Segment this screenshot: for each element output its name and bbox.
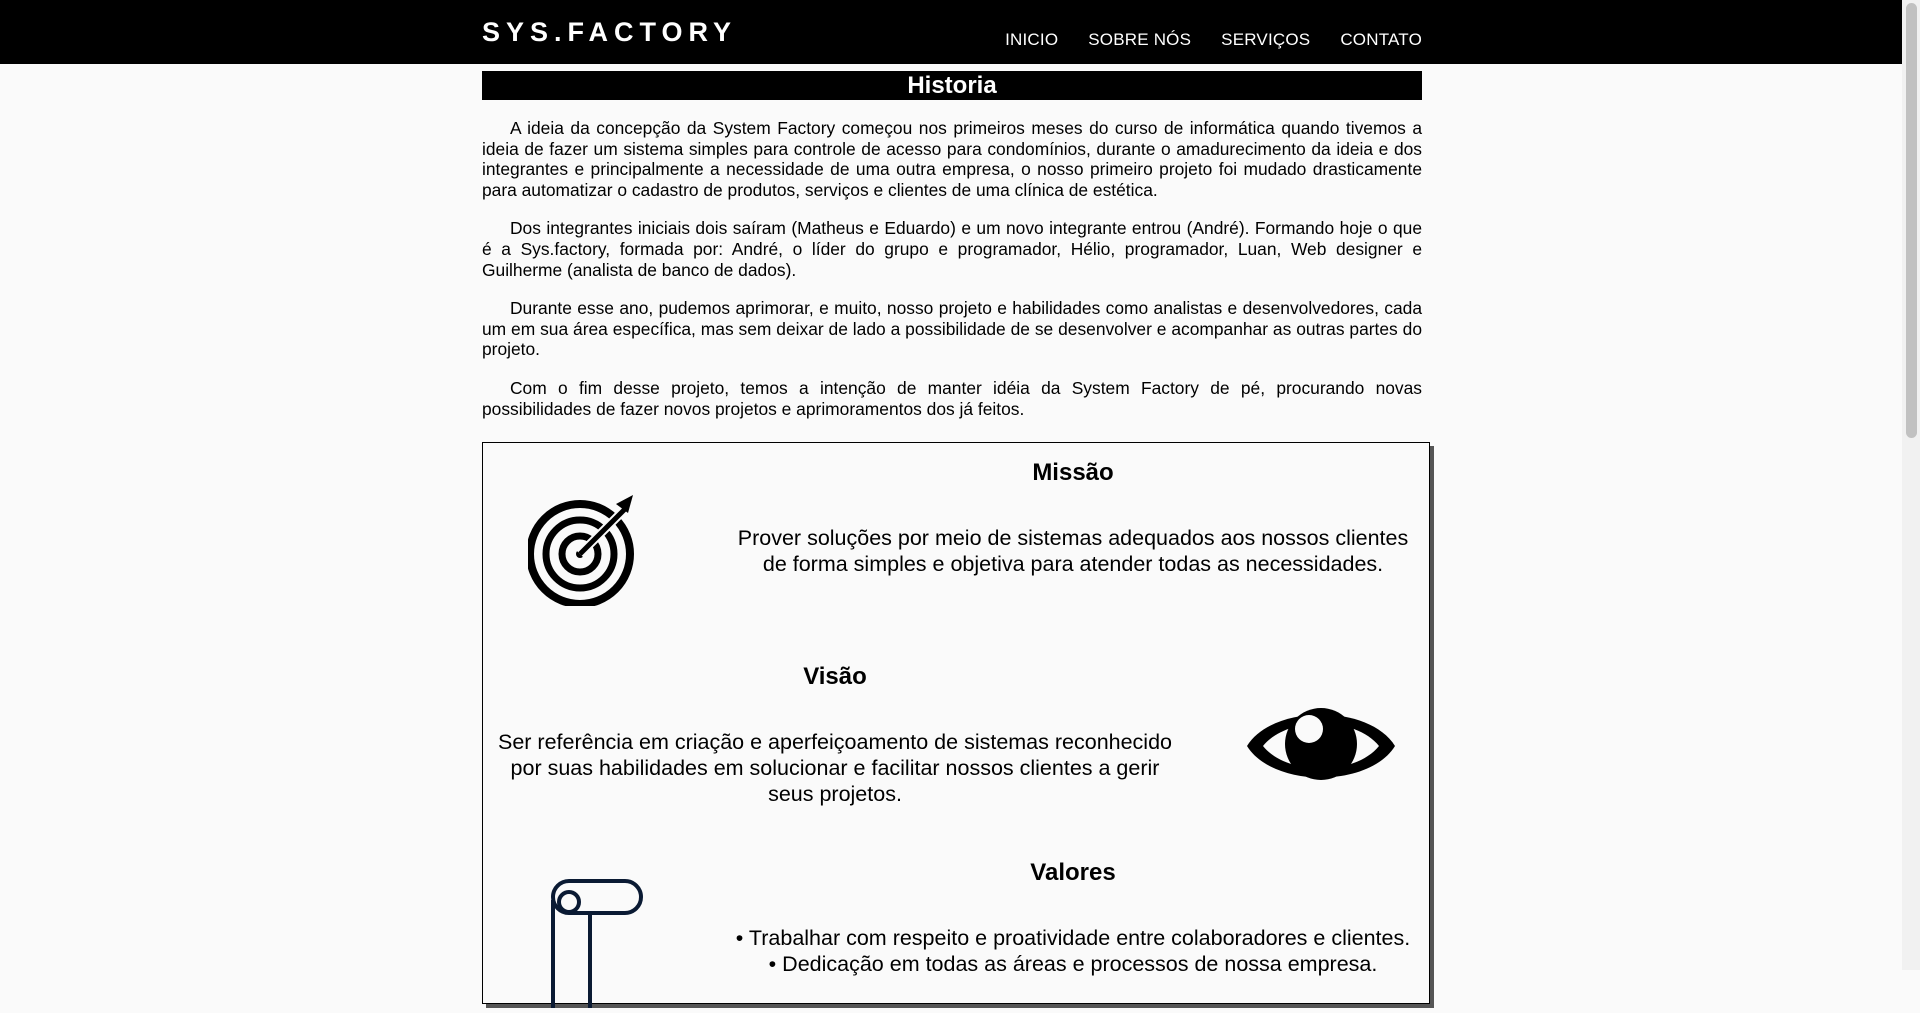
mission-title: Missão	[1032, 459, 1114, 486]
values-block: Valores • Trabalhar com respeito e proat…	[723, 859, 1423, 977]
main-nav: INICIO SOBRE NÓS SERVIÇOS CONTATO	[1005, 30, 1422, 50]
nav-link-servicos[interactable]: SERVIÇOS	[1221, 30, 1310, 50]
scrollbar-thumb[interactable]	[1906, 3, 1917, 438]
values-title: Valores	[1030, 859, 1116, 886]
main-content: Historia A ideia da concepção da System …	[482, 71, 1422, 419]
values-item: • Trabalhar com respeito e proatividade …	[735, 926, 1411, 950]
vision-text: Ser referência em criação e aperfeiçoame…	[497, 730, 1173, 806]
vertical-scrollbar[interactable]	[1902, 0, 1920, 970]
mission-block: Missão Prover soluções por meio de siste…	[723, 459, 1423, 577]
brand-logo[interactable]: SYS.FACTORY	[482, 17, 737, 48]
scroll-icon	[548, 878, 648, 1008]
header-bar: SYS.FACTORY INICIO SOBRE NÓS SERVIÇOS CO…	[0, 0, 1902, 64]
history-paragraph: Durante esse ano, pudemos aprimorar, e m…	[482, 298, 1422, 360]
values-item: • Dedicação em todas as áreas e processo…	[768, 952, 1378, 976]
mission-vision-values-box: Missão Prover soluções por meio de siste…	[482, 442, 1430, 1008]
history-title: Historia	[482, 71, 1422, 100]
history-paragraph: A ideia da concepção da System Factory c…	[482, 118, 1422, 200]
vision-title: Visão	[803, 663, 867, 690]
nav-link-inicio[interactable]: INICIO	[1005, 30, 1058, 50]
history-paragraph: Com o fim desse projeto, temos a intençã…	[482, 377, 1422, 419]
nav-link-contato[interactable]: CONTATO	[1340, 30, 1422, 50]
eye-icon	[1245, 696, 1397, 796]
mission-text: Prover soluções por meio de sistemas ade…	[737, 526, 1409, 576]
target-icon	[526, 491, 643, 608]
nav-link-sobre-nos[interactable]: SOBRE NÓS	[1088, 30, 1191, 50]
vision-block: Visão Ser referência em criação e aperfe…	[485, 663, 1185, 807]
history-paragraph: Dos integrantes iniciais dois saíram (Ma…	[482, 218, 1422, 280]
history-section: A ideia da concepção da System Factory c…	[482, 118, 1422, 419]
